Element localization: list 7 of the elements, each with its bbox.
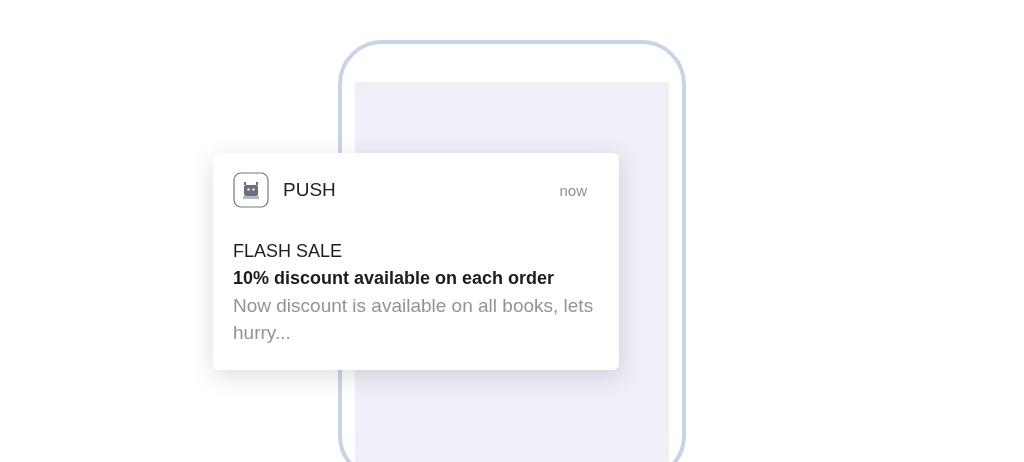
notification-card[interactable]: PUSH now FLASH SALE 10% discount available on each order Now discount is available on all books, lets hurry... — [213, 153, 619, 370]
notification-title: FLASH SALE — [233, 240, 344, 263]
robot-icon — [233, 172, 269, 208]
notification-time: now — [559, 181, 587, 199]
app-name: PUSH — [283, 179, 337, 201]
notification-headline: 10% discount available on each order — [233, 267, 556, 290]
notification-body: Now discount is available on all books, lets hurry... — [233, 294, 595, 345]
